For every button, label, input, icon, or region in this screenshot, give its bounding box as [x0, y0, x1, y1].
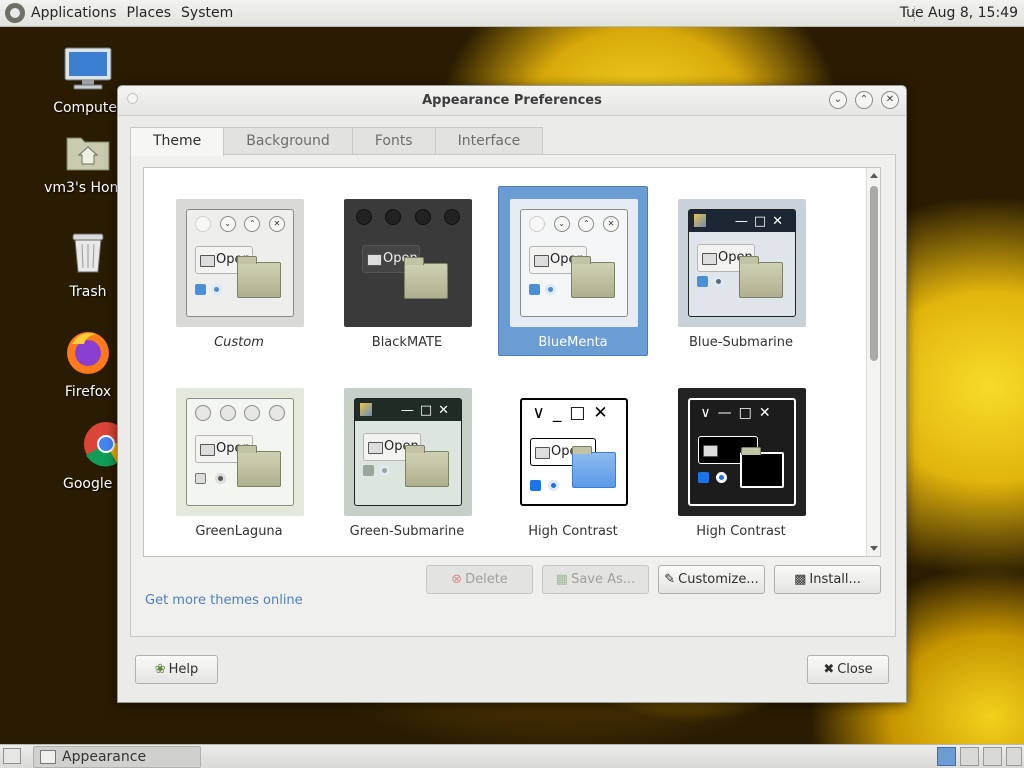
- theme-item-high-contrast[interactable]: ∨_□✕ Open High Contrast: [498, 375, 648, 545]
- delete-icon: ⊗: [451, 572, 463, 587]
- tab-fonts[interactable]: Fonts: [351, 127, 436, 155]
- theme-thumbnail: Open: [176, 388, 304, 516]
- theme-label: BlackMATE: [371, 335, 443, 350]
- theme-thumbnail: —□✕ Open: [344, 388, 472, 516]
- theme-tab-panel: ⌄ ⌃ ✕ Open Custom Open BlackMATE ⌄ ⌃ ✕ O…: [130, 154, 896, 637]
- menu-places[interactable]: Places: [127, 5, 172, 21]
- help-icon: ❀: [154, 662, 166, 677]
- theme-list[interactable]: ⌄ ⌃ ✕ Open Custom Open BlackMATE ⌄ ⌃ ✕ O…: [143, 167, 881, 557]
- get-more-themes-link[interactable]: Get more themes online: [145, 593, 303, 608]
- scrollbar-thumb[interactable]: [870, 186, 878, 361]
- help-button[interactable]: ❀ Help: [135, 655, 218, 684]
- top-panel: Applications Places System Tue Aug 8, 15…: [0, 0, 1024, 27]
- window-title: Appearance Preferences: [422, 93, 602, 108]
- tab-bar: Theme Background Fonts Interface: [130, 127, 544, 156]
- close-icon: ✖: [823, 662, 835, 677]
- close-window-button[interactable]: ✕: [881, 91, 899, 109]
- desktop-icon-label: Google Chrome: [63, 476, 117, 492]
- theme-item-bluementa[interactable]: ⌄ ⌃ ✕ Open BlueMenta: [498, 186, 648, 356]
- firefox-icon: [67, 332, 109, 374]
- bottom-panel: Appearance Prefere...: [0, 744, 1024, 768]
- install-icon: ▩: [794, 572, 807, 587]
- workspace-1[interactable]: [937, 747, 956, 766]
- workspace-4[interactable]: [1006, 747, 1022, 766]
- home-folder-icon: [66, 137, 110, 171]
- theme-thumbnail: ⌄ ⌃ ✕ Open: [510, 199, 638, 327]
- theme-label: High Contrast: [528, 524, 618, 539]
- theme-label: High Contrast: [696, 524, 786, 539]
- tab-background[interactable]: Background: [223, 127, 353, 155]
- save-as-button[interactable]: ▦ Save As...: [542, 565, 649, 594]
- delete-button[interactable]: ⊗ Delete: [426, 565, 533, 594]
- theme-item-custom[interactable]: ⌄ ⌃ ✕ Open Custom: [164, 186, 314, 356]
- panel-clock[interactable]: Tue Aug 8, 15:49: [900, 5, 1018, 21]
- theme-label: Blue-Submarine: [688, 335, 794, 350]
- theme-item-greenlaguna[interactable]: Open GreenLaguna: [164, 375, 314, 545]
- workspace-3[interactable]: [983, 747, 1002, 766]
- theme-label: Green-Submarine: [349, 524, 465, 539]
- edit-icon: ✎: [664, 572, 676, 587]
- theme-label: Custom: [214, 335, 264, 350]
- appearance-preferences-window: Appearance Preferences ⌄ ⌃ ✕ Theme Backg…: [117, 85, 907, 703]
- theme-thumbnail: Open: [344, 199, 472, 327]
- maximize-button[interactable]: ⌃: [855, 91, 873, 109]
- theme-item-blackmate[interactable]: Open BlackMATE: [332, 186, 482, 356]
- theme-thumbnail: ⌄ ⌃ ✕ Open: [176, 199, 304, 327]
- close-button[interactable]: ✖ Close: [807, 655, 889, 684]
- tab-interface[interactable]: Interface: [434, 127, 544, 155]
- menu-system[interactable]: System: [181, 5, 233, 21]
- taskbar-window-button[interactable]: Appearance Prefere...: [33, 746, 201, 768]
- save-icon: ▦: [555, 572, 569, 587]
- theme-label: GreenLaguna: [195, 524, 283, 539]
- theme-item-high-contrast-inverse[interactable]: ∨—□✕ Open High Contrast: [666, 375, 816, 545]
- theme-item-green-submarine[interactable]: —□✕ Open Green-Submarine: [332, 375, 482, 545]
- menu-applications[interactable]: Applications: [31, 5, 117, 21]
- workspace-2[interactable]: [960, 747, 979, 766]
- theme-thumbnail: ∨_□✕ Open: [510, 388, 638, 516]
- install-button[interactable]: ▩ Install...: [774, 565, 881, 594]
- minimize-button[interactable]: ⌄: [829, 91, 847, 109]
- desktop-icon-chrome[interactable]: Google Chrome: [42, 420, 117, 492]
- theme-list-scrollbar[interactable]: [866, 168, 880, 556]
- chrome-icon: [84, 422, 117, 467]
- window-titlebar[interactable]: Appearance Preferences ⌄ ⌃ ✕: [118, 86, 906, 116]
- tab-theme[interactable]: Theme: [130, 127, 225, 156]
- customize-button[interactable]: ✎ Customize...: [658, 565, 765, 594]
- computer-icon: [64, 47, 112, 90]
- mate-logo-icon[interactable]: [5, 3, 25, 23]
- scroll-up-icon[interactable]: [870, 173, 878, 178]
- appearance-app-icon: [40, 750, 56, 764]
- theme-thumbnail: ∨—□✕ Open: [678, 388, 806, 516]
- theme-label: BlueMenta: [538, 335, 608, 350]
- theme-item-blue-submarine[interactable]: —□✕ Open Blue-Submarine: [666, 186, 816, 356]
- scroll-down-icon[interactable]: [870, 546, 878, 551]
- theme-thumbnail: —□✕ Open: [678, 199, 806, 327]
- show-desktop-icon[interactable]: [3, 748, 21, 764]
- trash-icon: [72, 233, 104, 273]
